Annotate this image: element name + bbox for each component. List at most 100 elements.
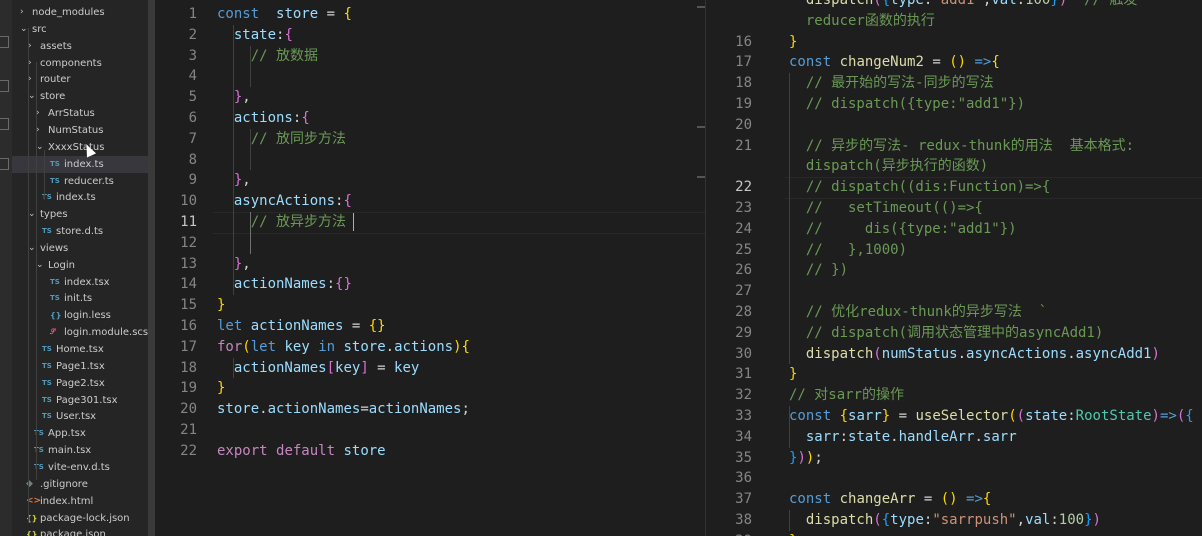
code-token: ) — [1151, 408, 1160, 424]
code-line[interactable]: 39} — [706, 531, 1202, 536]
line-number: 21 — [735, 137, 752, 154]
code-line[interactable]: 32 // 对sarr的操作 — [706, 385, 1202, 405]
file-item[interactable]: TS main.tsx — [12, 442, 148, 459]
file-item[interactable]: TS index.ts — [12, 189, 148, 206]
folder-item[interactable]: › node_modules — [12, 4, 148, 21]
file-item[interactable]: TS vite-env.d.ts — [12, 459, 148, 476]
editor-store-index[interactable]: 1 const store = {2 state:{3 // 放数据 4 5 }, 6 … — [155, 0, 705, 536]
file-item[interactable]: {} package.json — [12, 526, 148, 536]
code-line[interactable]: 12 — [155, 233, 705, 253]
code-line[interactable]: 17 for(let key in store.actions){ — [155, 337, 705, 357]
code-line[interactable]: 21 // 异步的写法- redux-thunk的用法 基本格式: — [706, 136, 1202, 156]
code-line[interactable]: 20 store.actionNames=actionNames; — [155, 399, 705, 419]
code-text: // 放异步方法 — [217, 212, 346, 232]
code-line[interactable]: 17 const changeNum2 = () =>{ — [706, 52, 1202, 72]
code-line[interactable]: 21 — [155, 420, 705, 440]
folder-item[interactable]: › components — [12, 55, 148, 72]
file-item[interactable]: TS index.tsx — [12, 274, 148, 291]
file-item[interactable]: TS App.tsx — [12, 425, 148, 442]
remote-explorer-icon[interactable] — [0, 158, 9, 170]
code-line[interactable]: 7 // 放同步方法 — [155, 129, 705, 149]
editor-component[interactable]: dispatch({type:"add1",val:100}) // 触发 re… — [706, 0, 1202, 536]
file-item[interactable]: <> index.html — [12, 493, 148, 510]
code-line[interactable]: reducer函数的执行 — [706, 11, 1202, 31]
code-line[interactable]: 13 }, — [155, 254, 705, 274]
folder-item[interactable]: ⌄ src — [12, 21, 148, 38]
code-line[interactable]: 37 const changeArr = () =>{ — [706, 489, 1202, 509]
code-line[interactable]: dispatch({type:"add1",val:100}) // 触发 — [706, 0, 1202, 10]
folder-item[interactable]: › NumStatus — [12, 122, 148, 139]
code-line[interactable]: 8 — [155, 150, 705, 170]
code-line[interactable]: 1 const store = { — [155, 4, 705, 24]
code-line[interactable]: 16 let actionNames = {} — [155, 316, 705, 336]
file-item[interactable]: TS Page2.tsx — [12, 375, 148, 392]
code-text: // },1000) — [789, 240, 907, 260]
extensions-icon[interactable] — [0, 118, 9, 130]
code-line[interactable]: 4 — [155, 66, 705, 86]
file-item[interactable]: TS store.d.ts — [12, 223, 148, 240]
code-line[interactable]: 16} — [706, 32, 1202, 52]
code-line[interactable]: 18 // 最开始的写法-同步的写法 — [706, 73, 1202, 93]
explorer-scrollbar[interactable] — [148, 0, 155, 536]
folder-item[interactable]: ⌄ store — [12, 88, 148, 105]
line-number: 23 — [735, 200, 752, 216]
code-line[interactable]: dispatch(异步执行的函数) — [706, 156, 1202, 176]
file-item[interactable]: ◆ .gitignore — [12, 476, 148, 493]
folder-item[interactable]: ⌄ XxxxStatus — [12, 139, 148, 156]
code-line[interactable]: 14 actionNames:{} — [155, 274, 705, 294]
code-line[interactable]: 34 sarr:state.handleArr.sarr — [706, 427, 1202, 447]
file-item[interactable]: 𝒮login.module.scss — [12, 324, 148, 341]
code-token: . — [1067, 345, 1076, 362]
code-line[interactable]: 27 — [706, 281, 1202, 301]
code-line[interactable]: 9 }, — [155, 170, 705, 190]
code-line[interactable]: 15} — [155, 295, 705, 315]
code-line[interactable]: 11 // 放异步方法 — [155, 212, 705, 232]
folder-item[interactable]: › router — [12, 71, 148, 88]
file-item[interactable]: TS reducer.ts — [12, 173, 148, 190]
run-debug-icon[interactable] — [0, 80, 9, 92]
code-line[interactable]: 19} — [155, 378, 705, 398]
folder-item[interactable]: › ArrStatus — [12, 105, 148, 122]
folder-item[interactable]: ⌄ types — [12, 206, 148, 223]
file-item[interactable]: TS Page301.tsx — [12, 392, 148, 409]
code-line[interactable]: 2 state:{ — [155, 25, 705, 45]
code-line[interactable]: 3 // 放数据 — [155, 46, 705, 66]
folder-item[interactable]: › assets — [12, 38, 148, 55]
code-line[interactable]: 18 actionNames[key] = key — [155, 358, 705, 378]
code-token: 100 — [1025, 0, 1051, 8]
code-line[interactable]: 23 // setTimeout(()=>{ — [706, 198, 1202, 218]
file-item[interactable]: {} login.less — [12, 307, 148, 324]
code-token: dispatch — [805, 512, 874, 528]
file-item[interactable]: TS index.ts — [12, 155, 148, 173]
folder-item[interactable]: ⌄ views — [12, 240, 148, 257]
code-line[interactable]: 28 // 优化redux-thunk的异步写法 ` — [706, 302, 1202, 322]
code-line[interactable]: 36 — [706, 468, 1202, 488]
code-line[interactable]: 6 actions:{ — [155, 108, 705, 128]
file-item[interactable]: TS Page1.tsx — [12, 358, 148, 375]
file-item[interactable]: TS Home.tsx — [12, 341, 148, 358]
folder-item[interactable]: ⌄ Login — [12, 257, 148, 274]
code-line[interactable]: 38 dispatch({type:"sarrpush",val:100}) — [706, 510, 1202, 530]
code-line[interactable]: 30 dispatch(numStatus.asyncActions.async… — [706, 344, 1202, 364]
code-line[interactable]: 22 export default store — [155, 441, 705, 461]
file-item[interactable]: TS init.ts — [12, 290, 148, 307]
code-line[interactable]: 22 // dispatch((dis:Function)=>{ — [706, 177, 1202, 197]
code-line[interactable]: 26 // }) — [706, 260, 1202, 280]
code-line[interactable]: 35})); — [706, 448, 1202, 468]
code-line[interactable]: 5 }, — [155, 87, 705, 107]
less-file-icon: {} — [50, 311, 62, 321]
file-item[interactable]: TS User.tsx — [12, 408, 148, 425]
code-line[interactable]: 25 // },1000) — [706, 240, 1202, 260]
code-line[interactable]: 29 // dispatch(调用状态管理中的asyncAdd1) — [706, 323, 1202, 343]
code-line[interactable]: 19 // dispatch({type:"add1"}) — [706, 94, 1202, 114]
chevron-right-icon: › — [20, 7, 24, 17]
file-item[interactable]: {} package-lock.json — [12, 510, 148, 527]
code-line[interactable]: 10 asyncActions:{ — [155, 191, 705, 211]
code-line[interactable]: 24 // dis({type:"add1"}) — [706, 219, 1202, 239]
source-control-icon[interactable] — [0, 36, 9, 48]
code-line[interactable]: 31} — [706, 364, 1202, 384]
code-line[interactable]: 33 const {sarr} = useSelector((state:Root… — [706, 406, 1202, 426]
code-line[interactable]: 20 — [706, 115, 1202, 135]
